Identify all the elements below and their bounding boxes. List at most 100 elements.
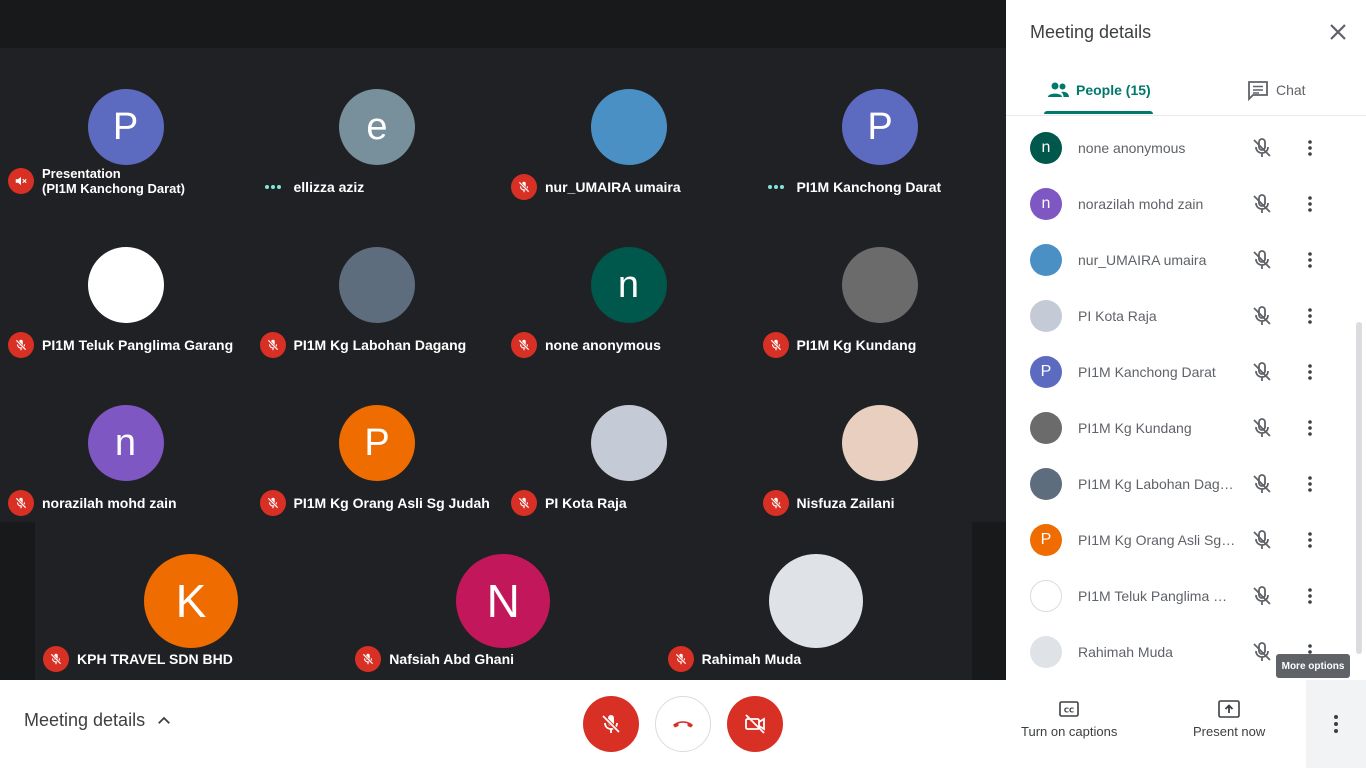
closed-captions-icon: CC <box>1059 701 1079 717</box>
person-avatar: P <box>1030 524 1062 556</box>
connecting-dots-icon <box>260 174 286 200</box>
mic-off-icon <box>762 332 789 358</box>
people-list-item[interactable]: n none anonymous <box>1006 120 1356 176</box>
person-name: PI1M Kg Kundang <box>1078 420 1192 436</box>
participant-avatar <box>590 405 667 481</box>
participant-tile[interactable]: PI1M Teluk Panglima Garang <box>0 206 251 364</box>
panel-tabs: People (15) Chat <box>1006 64 1366 116</box>
participant-label: Presentation (PI1M Kanchong Darat) <box>8 166 247 196</box>
mic-off-icon[interactable] <box>1250 472 1274 496</box>
tab-chat-label: Chat <box>1276 82 1306 98</box>
participant-tile[interactable]: K KPH TRAVEL SDN BHD <box>35 522 347 680</box>
participant-tile[interactable]: PI1M Kg Labohan Dagang <box>252 206 503 364</box>
tab-people-label: People (15) <box>1076 82 1151 98</box>
mic-off-icon <box>259 332 286 358</box>
participant-avatar <box>339 247 415 323</box>
mic-off-icon <box>511 332 537 358</box>
people-list-item[interactable]: PI1M Teluk Panglima Ga... <box>1006 568 1356 624</box>
more-vert-icon[interactable] <box>1298 192 1322 216</box>
participant-name: norazilah mohd zain <box>42 495 177 511</box>
participant-tile[interactable]: P Presentation (PI1M Kanchong Darat) <box>0 48 251 206</box>
participant-tile[interactable]: P PI1M Kanchong Darat <box>755 48 1006 206</box>
person-name: nur_UMAIRA umaira <box>1078 252 1207 268</box>
more-vert-icon[interactable] <box>1298 304 1322 328</box>
participant-tile[interactable]: n none anonymous <box>503 206 754 364</box>
person-name: PI Kota Raja <box>1078 308 1157 324</box>
mic-off-icon[interactable] <box>1250 640 1274 664</box>
participant-tile[interactable]: Nisfuza Zailani <box>755 364 1006 522</box>
person-avatar <box>1030 580 1062 612</box>
captions-button[interactable]: CC Turn on captions <box>1021 700 1117 739</box>
tab-people[interactable]: People (15) <box>1044 64 1153 116</box>
mic-off-icon[interactable] <box>1250 528 1274 552</box>
participant-label: norazilah mohd zain <box>8 490 247 516</box>
more-vert-icon[interactable] <box>1298 472 1322 496</box>
participant-name: PI1M Kanchong Darat <box>796 179 942 195</box>
more-vert-icon[interactable] <box>1298 584 1322 608</box>
participant-tile[interactable]: P PI1M Kg Orang Asli Sg Judah <box>252 364 503 522</box>
present-now-button[interactable]: Present now <box>1193 700 1265 739</box>
chevron-up-icon <box>158 716 170 724</box>
participant-tile[interactable]: n norazilah mohd zain <box>0 364 251 522</box>
hang-up-icon <box>673 721 693 728</box>
camera-off-icon <box>745 714 765 734</box>
mic-off-icon[interactable] <box>1250 360 1274 384</box>
more-vert-icon[interactable] <box>1298 416 1322 440</box>
participant-name: Presentation (PI1M Kanchong Darat) <box>42 166 186 196</box>
leave-call-button[interactable] <box>655 696 711 752</box>
bottom-toolbar: Meeting details CC Turn on captions Pres… <box>0 680 1366 768</box>
people-list-item[interactable]: PI1M Kg Labohan Dagang <box>1006 456 1356 512</box>
speaker-muted-icon <box>8 168 34 194</box>
mic-off-icon[interactable] <box>1250 136 1274 160</box>
participant-label: none anonymous <box>511 332 750 358</box>
people-list-item[interactable]: n norazilah mohd zain <box>1006 176 1356 232</box>
people-scrollbar[interactable] <box>1356 322 1362 654</box>
people-list-item[interactable]: PI Kota Raja <box>1006 288 1356 344</box>
participant-label: nur_UMAIRA umaira <box>511 174 750 200</box>
participant-label: ellizza aziz <box>260 174 499 200</box>
more-options-button[interactable] <box>1306 680 1366 768</box>
mic-off-icon <box>43 646 69 672</box>
more-vert-icon[interactable] <box>1298 528 1322 552</box>
mic-off-icon[interactable] <box>1250 248 1274 272</box>
people-list-item[interactable]: P PI1M Kg Orang Asli Sg J... <box>1006 512 1356 568</box>
participant-tile[interactable]: N Nafsiah Abd Ghani <box>347 522 659 680</box>
more-vert-icon[interactable] <box>1298 360 1322 384</box>
close-icon[interactable] <box>1326 20 1350 44</box>
participant-name: PI1M Kg Orang Asli Sg Judah <box>293 495 490 511</box>
people-list-item[interactable]: PI1M Kg Kundang <box>1006 400 1356 456</box>
people-list-item[interactable]: P PI1M Kanchong Darat <box>1006 344 1356 400</box>
more-vert-icon <box>1334 715 1338 733</box>
participant-tile[interactable]: Rahimah Muda <box>660 522 972 680</box>
mic-off-icon[interactable] <box>1250 416 1274 440</box>
mic-off-icon <box>8 490 34 516</box>
mic-off-icon[interactable] <box>1250 304 1274 328</box>
participant-label: PI1M Kg Labohan Dagang <box>259 332 499 358</box>
mic-off-icon[interactable] <box>1250 192 1274 216</box>
participant-name: Nafsiah Abd Ghani <box>389 651 515 667</box>
participant-label: PI1M Kg Orang Asli Sg Judah <box>259 490 499 516</box>
participant-avatar: P <box>339 405 415 481</box>
participant-label: PI1M Teluk Panglima Garang <box>8 332 247 358</box>
mic-off-icon <box>259 490 286 516</box>
participant-name: PI1M Teluk Panglima Garang <box>42 337 234 353</box>
participant-grid: P Presentation (PI1M Kanchong Darat) e elli… <box>0 48 1006 522</box>
participant-avatar: P <box>842 89 918 165</box>
mic-off-icon[interactable] <box>1250 584 1274 608</box>
participant-tile[interactable]: nur_UMAIRA umaira <box>503 48 754 206</box>
camera-toggle-button[interactable] <box>727 696 783 752</box>
participant-name: PI1M Kg Labohan Dagang <box>293 337 467 353</box>
bottom-row: K KPH TRAVEL SDN BHD N Nafsiah Abd Ghani Rah… <box>35 522 972 680</box>
more-vert-icon[interactable] <box>1298 136 1322 160</box>
more-vert-icon[interactable] <box>1298 248 1322 272</box>
people-list-item[interactable]: nur_UMAIRA umaira <box>1006 232 1356 288</box>
meeting-details-button[interactable]: Meeting details <box>24 710 173 731</box>
tab-chat[interactable]: Chat <box>1246 64 1306 116</box>
participant-tile[interactable]: PI Kota Raja <box>503 364 754 522</box>
participant-tile[interactable]: PI1M Kg Kundang <box>755 206 1006 364</box>
participant-tile[interactable]: e ellizza aziz <box>252 48 503 206</box>
mic-off-icon <box>511 174 537 200</box>
participant-avatar <box>842 405 918 481</box>
participant-avatar <box>842 247 918 323</box>
microphone-toggle-button[interactable] <box>583 696 639 752</box>
